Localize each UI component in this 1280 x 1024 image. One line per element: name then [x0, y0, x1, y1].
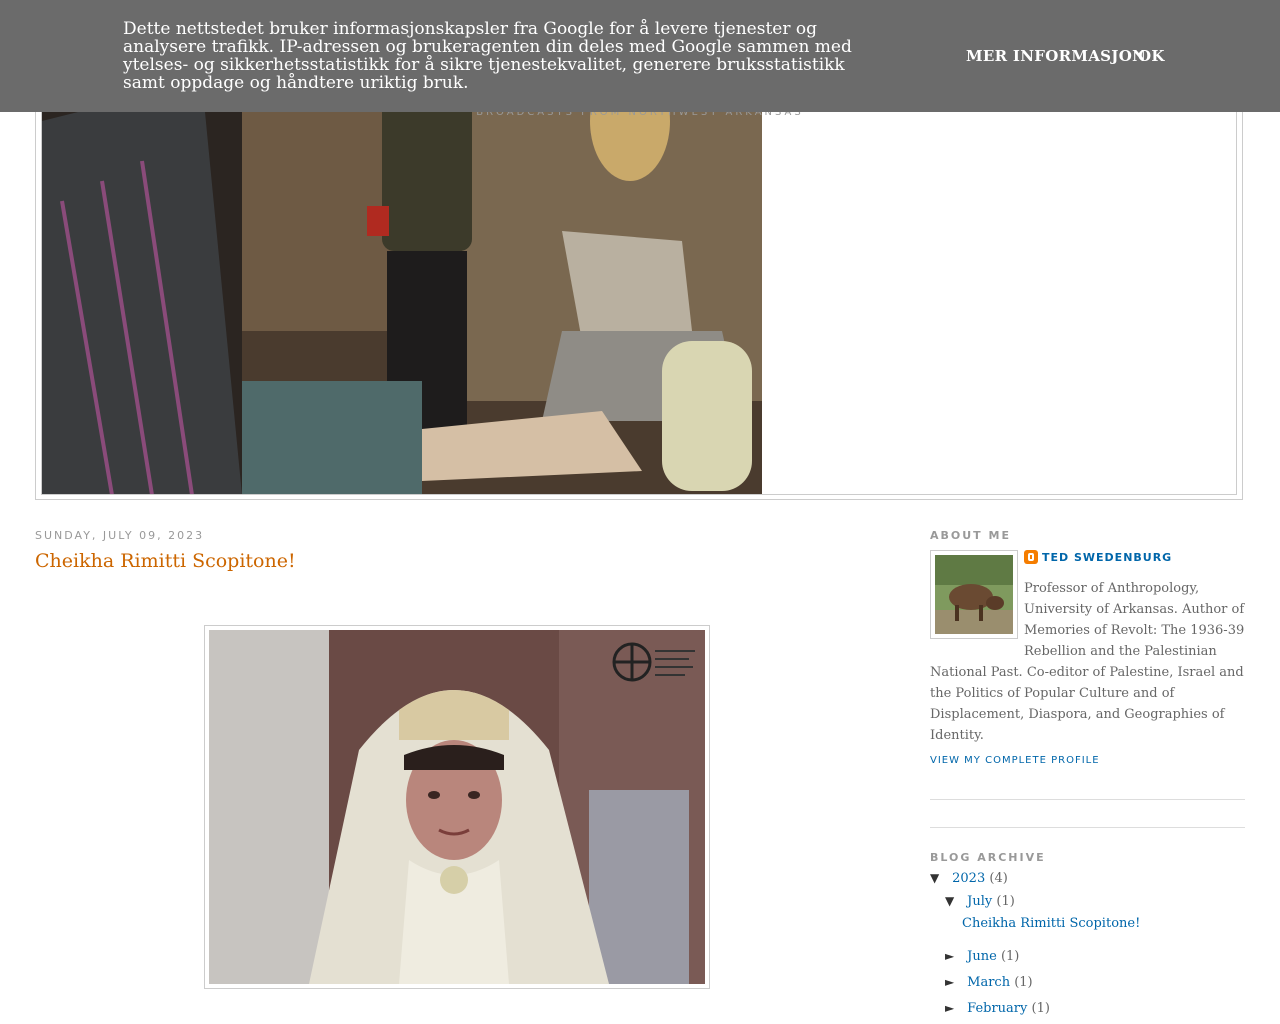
profile-desc-line: National Past. Co-editor of Palestine, I…: [930, 665, 1244, 743]
cookie-banner-text: Dette nettstedet bruker informasjonskaps…: [123, 19, 852, 93]
blog-archive: Blog Archive ▼ 2023 (4) ▼ July (1) Cheik…: [930, 851, 1245, 1016]
toggle-expanded-icon[interactable]: ▼: [945, 894, 963, 908]
archive-month-june: ► June (1): [945, 949, 1019, 964]
archive-month-july: ▼ July (1): [945, 894, 1015, 909]
profile-name-row: Ted Swedenburg: [1024, 550, 1172, 564]
archive-year-2023: ▼ 2023 (4): [930, 871, 1008, 886]
sidebar: About Me Ted Swedenburg Professor of Ant…: [930, 529, 1245, 1016]
archive-month-february: ► February (1): [945, 1001, 1050, 1016]
about-me-heading: About Me: [930, 529, 1011, 542]
archive-month-link[interactable]: July: [967, 894, 992, 909]
profile-description: Professor of Anthropology, University of…: [930, 578, 1248, 746]
view-profile-link[interactable]: View my complete profile: [930, 755, 1100, 766]
profile-desc-line: Memories of Revolt: The 1936-39: [1024, 623, 1245, 638]
ok-button[interactable]: OK: [1138, 47, 1165, 65]
post-photo-art: [209, 630, 705, 984]
post-photo[interactable]: [209, 630, 705, 984]
toggle-collapsed-icon[interactable]: ►: [945, 949, 963, 963]
archive-month-link[interactable]: February: [967, 1001, 1027, 1016]
toggle-expanded-icon[interactable]: ▼: [930, 871, 948, 885]
profile-desc-line: Rebellion and the Palestinian: [1024, 644, 1217, 659]
blog-archive-heading: Blog Archive: [930, 851, 1046, 864]
profile-desc-line: Professor of Anthropology,: [1024, 581, 1200, 596]
post-photo-frame[interactable]: [204, 625, 710, 989]
cookie-banner: Dette nettstedet bruker informasjonskaps…: [0, 0, 1280, 112]
profile-desc-line: University of Arkansas. Author of: [1024, 602, 1245, 617]
archive-count: (1): [996, 894, 1015, 909]
more-info-button[interactable]: MER INFORMASJON: [966, 47, 1146, 65]
blogger-icon: [1024, 550, 1038, 564]
archive-post-link[interactable]: Cheikha Rimitti Scopitone!: [962, 916, 1140, 931]
post-date: Sunday, July 09, 2023: [35, 529, 205, 542]
divider: [930, 827, 1245, 828]
post-title[interactable]: Cheikha Rimitti Scopitone!: [35, 550, 296, 572]
archive-count: (1): [1014, 975, 1033, 990]
archive-count: (1): [1031, 1001, 1050, 1016]
archive-month-link[interactable]: March: [967, 975, 1010, 990]
archive-month-link[interactable]: June: [967, 949, 997, 964]
archive-count: (4): [989, 871, 1008, 886]
archive-count: (1): [1000, 949, 1020, 964]
archive-month-march: ► March (1): [945, 975, 1033, 990]
profile-name-link[interactable]: Ted Swedenburg: [1042, 551, 1172, 564]
archive-year-link[interactable]: 2023: [952, 871, 985, 886]
toggle-collapsed-icon[interactable]: ►: [945, 1001, 963, 1015]
toggle-collapsed-icon[interactable]: ►: [945, 975, 963, 989]
divider: [930, 799, 1245, 800]
